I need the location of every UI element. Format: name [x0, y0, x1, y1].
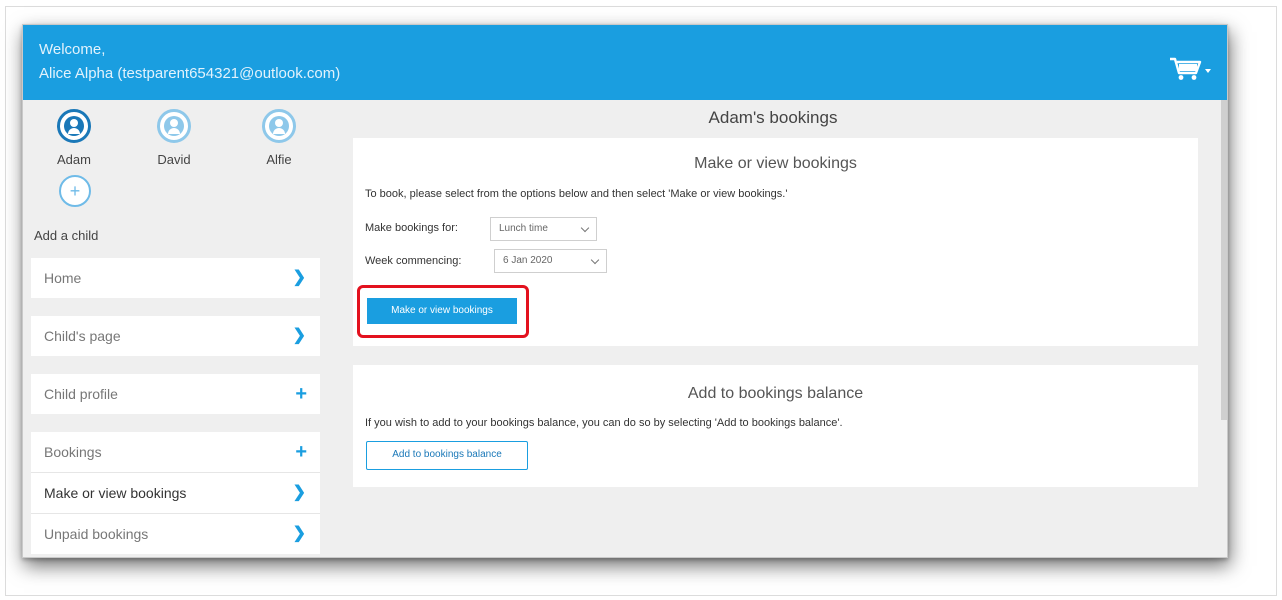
sidebar-item-unpaid-bookings[interactable]: Unpaid bookings ❯: [31, 514, 320, 554]
add-child-link[interactable]: Add a child: [34, 228, 98, 243]
plus-circle-icon[interactable]: +: [59, 175, 91, 207]
instructions-text: To book, please select from the options …: [365, 188, 788, 200]
add-to-bookings-balance-button[interactable]: Add to bookings balance: [366, 441, 528, 470]
instructions-text: If you wish to add to your bookings bala…: [365, 417, 843, 429]
welcome-text: Welcome,: [39, 41, 106, 58]
cart-dropdown-caret-icon[interactable]: [1205, 69, 1211, 73]
sidebar-item-label: Home: [44, 270, 82, 286]
sidebar-item-make-or-view-bookings[interactable]: Make or view bookings ❯: [31, 473, 320, 513]
header-bar: Welcome, Alice Alpha (testparent654321@o…: [23, 25, 1227, 100]
user-account-text: Alice Alpha (testparent654321@outlook.co…: [39, 65, 341, 82]
sidebar-item-bookings[interactable]: Bookings +: [31, 432, 320, 472]
avatar-icon: [57, 109, 91, 143]
sidebar-item-label: Unpaid bookings: [44, 526, 149, 542]
chevron-right-icon: ❯: [292, 525, 306, 542]
sidebar-item-label: Child's page: [44, 328, 121, 344]
bookings-for-select[interactable]: Lunch time: [490, 217, 597, 241]
make-or-view-bookings-button[interactable]: Make or view bookings: [367, 298, 517, 324]
sidebar-item-label: Make or view bookings: [44, 485, 187, 501]
chevron-right-icon: ❯: [292, 327, 306, 344]
sidebar-item-childs-page[interactable]: Child's page ❯: [31, 316, 320, 356]
bookings-for-label: Make bookings for:: [365, 222, 458, 234]
scrollbar[interactable]: [1221, 100, 1227, 420]
child-alfie[interactable]: Alfie: [244, 109, 314, 167]
shopping-cart-icon[interactable]: [1169, 57, 1203, 81]
chevron-right-icon: ❯: [292, 484, 306, 501]
child-name: Alfie: [266, 152, 292, 167]
week-commencing-label: Week commencing:: [365, 255, 462, 267]
selected-value: 6 Jan 2020: [503, 255, 553, 266]
chevron-down-icon: [580, 223, 590, 233]
avatar-icon: [157, 109, 191, 143]
selected-value: Lunch time: [499, 223, 548, 234]
bookings-balance-card: Add to bookings balance If you wish to a…: [353, 365, 1198, 487]
child-name: David: [157, 152, 191, 167]
plus-icon: +: [295, 383, 307, 405]
make-bookings-card: Make or view bookings To book, please se…: [353, 138, 1198, 346]
week-commencing-select[interactable]: 6 Jan 2020: [494, 249, 607, 273]
child-adam[interactable]: Adam: [39, 109, 109, 167]
chevron-right-icon: ❯: [292, 269, 306, 286]
chevron-down-icon: [590, 255, 600, 265]
sidebar-item-child-profile[interactable]: Child profile +: [31, 374, 320, 414]
card-title: Add to bookings balance: [687, 385, 864, 402]
app-window: Welcome, Alice Alpha (testparent654321@o…: [22, 24, 1228, 558]
card-title: Make or view bookings: [694, 155, 857, 172]
sidebar-item-home[interactable]: Home ❯: [31, 258, 320, 298]
sidebar-item-label: Bookings: [44, 444, 102, 460]
page-title: Adam's bookings: [708, 108, 838, 127]
child-name: Adam: [57, 152, 91, 167]
sidebar-item-label: Child profile: [44, 386, 118, 402]
plus-icon: +: [295, 441, 307, 463]
avatar-icon: [262, 109, 296, 143]
child-david[interactable]: David: [139, 109, 209, 167]
